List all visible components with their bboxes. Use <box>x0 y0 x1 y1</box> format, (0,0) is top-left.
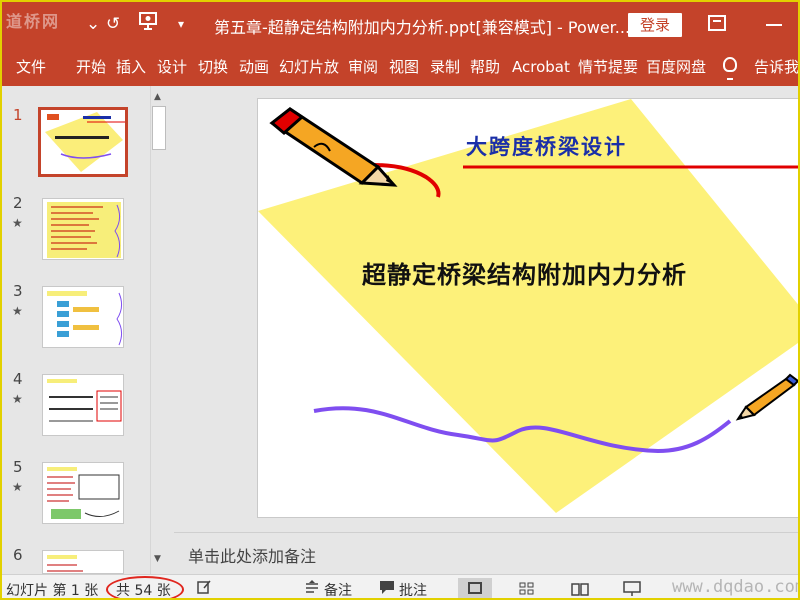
thumbnail-number: 5 <box>13 458 23 476</box>
tab-baidu-netdisk[interactable]: 百度网盘 <box>646 57 706 77</box>
lightbulb-icon[interactable] <box>723 57 737 80</box>
watermark-url: www.dqdao.com <box>672 577 800 597</box>
thumbnail-number: 3 <box>13 282 23 300</box>
slide-sorter-icon <box>519 582 534 595</box>
pencil-illustration-small <box>735 373 798 421</box>
animation-star-icon: ★ <box>12 304 23 318</box>
tab-view[interactable]: 视图 <box>389 57 419 77</box>
slide-thumbnails-panel: 1 2 ★ 3 ★ 4 ★ 5 ★ 6 <box>2 86 150 574</box>
thumbnail-number: 1 <box>13 106 23 124</box>
slide-thumbnail-6[interactable] <box>42 550 124 574</box>
tab-slideshow[interactable]: 幻灯片放 <box>279 57 339 77</box>
thumbnail-number: 6 <box>13 546 23 564</box>
ribbon-display-options-icon[interactable] <box>708 15 726 31</box>
tab-insert[interactable]: 插入 <box>116 57 146 77</box>
comments-icon[interactable] <box>378 579 396 598</box>
tab-acrobat[interactable]: Acrobat <box>512 57 570 77</box>
scroll-up-arrow-icon[interactable]: ▲ <box>154 92 161 102</box>
tab-help[interactable]: 帮助 <box>470 57 500 77</box>
slide-position: 幻灯片 第 1 张 <box>6 583 99 599</box>
normal-view-icon <box>468 582 482 594</box>
tell-me-search[interactable]: 告诉我 <box>754 57 798 77</box>
animation-star-icon: ★ <box>12 216 23 230</box>
slideshow-view-button[interactable] <box>614 578 648 598</box>
thumbnail-scrollbar[interactable] <box>150 86 168 574</box>
watermark-logo: 道桥网 <box>6 12 61 31</box>
login-button[interactable]: 登录 <box>628 13 682 37</box>
animation-star-icon: ★ <box>12 480 23 494</box>
reading-view-icon <box>571 583 589 596</box>
normal-view-button[interactable] <box>458 578 492 598</box>
document-title: 第五章-超静定结构附加内力分析.ppt[兼容模式] - Power... <box>214 18 631 37</box>
tab-storyboard[interactable]: 情节提要 <box>578 57 638 77</box>
reading-view-button[interactable] <box>562 578 596 598</box>
scroll-down-arrow-icon[interactable]: ▼ <box>154 554 161 564</box>
slide-thumbnail-1[interactable] <box>38 107 128 177</box>
ribbon-tabs: 文件 开始 插入 设计 切换 动画 幻灯片放 审阅 视图 录制 帮助 Acrob… <box>2 48 798 86</box>
slide-sorter-view-button[interactable] <box>510 578 544 598</box>
thumbnail-number: 2 <box>13 194 23 212</box>
slide-title[interactable]: 超静定桥梁结构附加内力分析 <box>362 255 687 290</box>
slide-artwork <box>258 99 798 513</box>
scrollbar-thumb[interactable] <box>152 106 166 150</box>
tab-record[interactable]: 录制 <box>430 57 460 77</box>
slide-thumbnail-2[interactable] <box>42 198 124 260</box>
tab-review[interactable]: 审阅 <box>348 57 378 77</box>
notes-placeholder: 单击此处添加备注 <box>188 547 317 566</box>
slide-subtitle[interactable]: 大跨度桥梁设计 <box>466 131 627 161</box>
highlight-circle-annotation <box>106 576 184 598</box>
slide-thumbnail-3[interactable] <box>42 286 124 348</box>
tab-transitions[interactable]: 切换 <box>198 57 228 77</box>
slide-thumbnail-4[interactable] <box>42 374 124 436</box>
notes-toggle-label[interactable]: 备注 <box>324 580 352 598</box>
notes-pane[interactable]: 单击此处添加备注 <box>174 532 798 574</box>
accessibility-icon[interactable] <box>196 579 212 598</box>
present-icon[interactable] <box>138 10 160 39</box>
minimize-icon[interactable] <box>766 24 782 26</box>
slideshow-icon <box>623 581 641 596</box>
comments-toggle-label[interactable]: 批注 <box>399 580 427 598</box>
tab-animations[interactable]: 动画 <box>239 57 269 77</box>
customize-toolbar-icon[interactable]: ▾ <box>178 12 184 36</box>
tab-home[interactable]: 开始 <box>76 57 106 77</box>
redo-dropdown-icon[interactable]: ⌄ <box>86 12 100 36</box>
current-slide-canvas[interactable]: 大跨度桥梁设计 超静定桥梁结构附加内力分析 <box>257 98 798 518</box>
animation-star-icon: ★ <box>12 392 23 406</box>
tab-design[interactable]: 设计 <box>157 57 187 77</box>
powerpoint-window: 道桥网 ⌄ ↺ ▾ 第五章-超静定结构附加内力分析.ppt[兼容模式] - Po… <box>0 0 800 600</box>
thumbnail-number: 4 <box>13 370 23 388</box>
slide-thumbnail-5[interactable] <box>42 462 124 524</box>
undo-icon[interactable]: ↺ <box>106 12 120 36</box>
tab-file[interactable]: 文件 <box>16 57 46 77</box>
notes-icon[interactable] <box>304 579 320 598</box>
title-bar: 道桥网 ⌄ ↺ ▾ 第五章-超静定结构附加内力分析.ppt[兼容模式] - Po… <box>2 2 798 48</box>
